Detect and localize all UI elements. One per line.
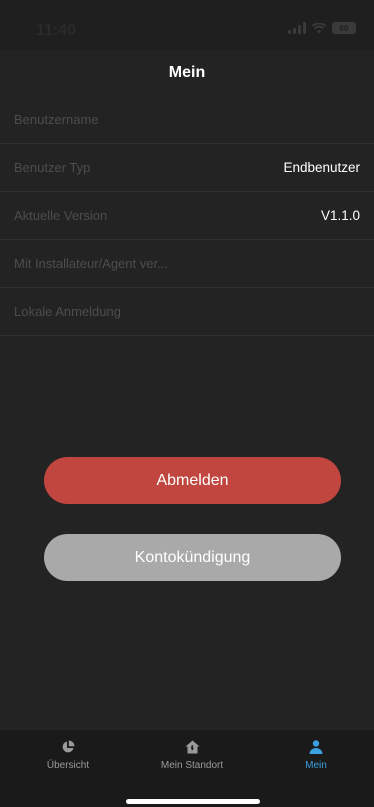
row-label: Lokale Anmeldung (14, 304, 121, 319)
tab-bar: Übersicht Mein Standort Mein (0, 730, 374, 807)
person-icon (309, 740, 323, 754)
page-title: Mein (168, 64, 206, 81)
row-label: Mit Installateur/Agent ver... (14, 256, 168, 271)
settings-list: Benutzername Benutzer Typ Endbenutzer Ak… (0, 96, 374, 336)
wifi-icon (312, 22, 326, 33)
tab-label: Mein (305, 760, 327, 771)
tab-label: Übersicht (46, 760, 90, 771)
tab-my-location[interactable]: Mein Standort (132, 740, 252, 771)
cancel-account-button[interactable]: Kontokündigung (44, 534, 341, 581)
status-bar: 11:40 60 (0, 0, 374, 50)
tab-label: Mein Standort (160, 760, 224, 771)
screen: 11:40 60 Mein Benutzername Benutzer Typ (0, 0, 374, 807)
row-label: Benutzer Typ (14, 160, 91, 175)
row-label: Aktuelle Version (14, 208, 108, 223)
tab-me[interactable]: Mein (256, 740, 374, 771)
logout-button[interactable]: Abmelden (44, 457, 341, 504)
tab-overview[interactable]: Übersicht (8, 740, 128, 771)
row-user-type[interactable]: Benutzer Typ Endbenutzer (0, 144, 374, 192)
header: Mein (0, 50, 374, 96)
status-time: 11:40 (36, 22, 77, 39)
row-local-login[interactable]: Lokale Anmeldung (0, 288, 374, 336)
signal-icon (288, 22, 306, 34)
home-icon (185, 740, 199, 754)
row-value: Endbenutzer (283, 160, 360, 175)
home-indicator (126, 799, 260, 804)
status-icons: 60 (288, 22, 356, 34)
pie-chart-icon (62, 740, 75, 753)
row-value: V1.1.0 (320, 208, 360, 223)
row-label: Benutzername (14, 112, 99, 127)
battery-icon: 60 (332, 22, 356, 34)
row-current-version[interactable]: Aktuelle Version V1.1.0 (0, 192, 374, 240)
row-installer-agent[interactable]: Mit Installateur/Agent ver... (0, 240, 374, 288)
row-username[interactable]: Benutzername (0, 96, 374, 144)
